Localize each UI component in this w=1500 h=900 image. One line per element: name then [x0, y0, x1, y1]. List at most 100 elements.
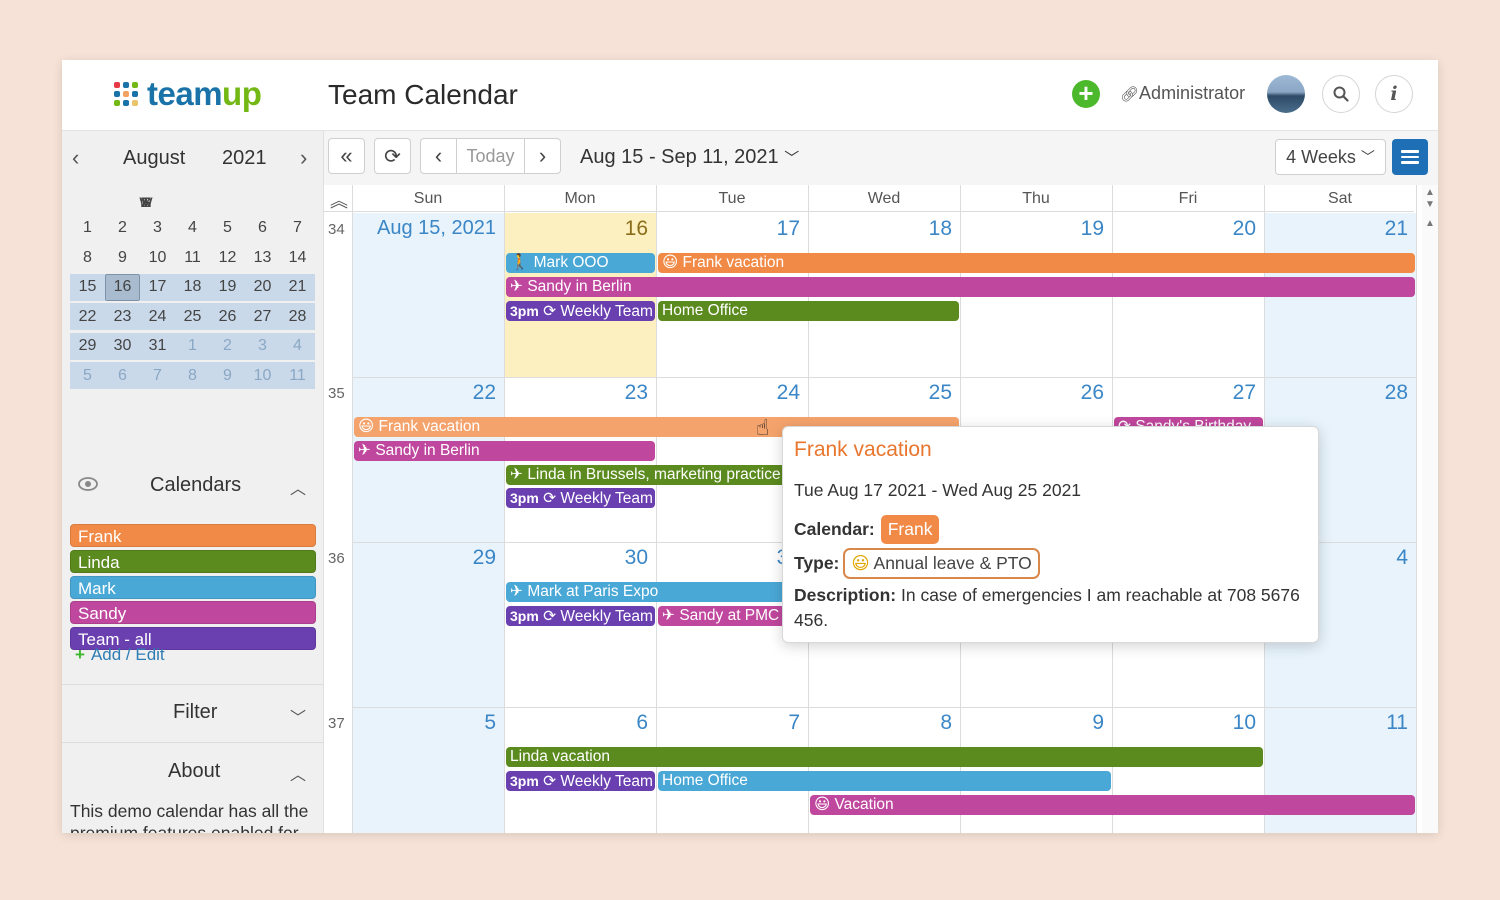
view-selector[interactable]: 4 Weeks ﹀: [1275, 139, 1386, 175]
menu-button[interactable]: [1392, 139, 1428, 175]
refresh-button[interactable]: ⟳: [374, 138, 411, 174]
mini-calendar-day[interactable]: 17: [140, 273, 175, 301]
add-event-button[interactable]: +: [1072, 80, 1100, 108]
add-edit-calendars-link[interactable]: + Add / Edit: [75, 645, 165, 665]
mini-calendar-day[interactable]: 7: [280, 215, 315, 242]
calendar-item-sandy[interactable]: Sandy: [70, 601, 316, 625]
mini-calendar-day[interactable]: 10: [140, 244, 175, 271]
mini-calendar-day[interactable]: 30: [105, 332, 140, 360]
mini-calendar-day[interactable]: 9: [105, 244, 140, 271]
search-button[interactable]: [1322, 75, 1360, 113]
mini-calendar-day[interactable]: 6: [105, 362, 140, 389]
day-number[interactable]: 8: [812, 711, 952, 735]
day-number[interactable]: 27: [1116, 381, 1256, 405]
scrollbar[interactable]: ▲ ▼ ▲: [1422, 185, 1438, 833]
mini-calendar-day[interactable]: 14: [280, 244, 315, 271]
today-button[interactable]: Today: [456, 138, 525, 174]
mini-calendar-day[interactable]: 2: [105, 215, 140, 242]
mini-calendar-day[interactable]: 3: [245, 332, 280, 360]
mini-calendar-day[interactable]: 20: [245, 273, 280, 301]
prev-month-chevron-icon[interactable]: ‹: [72, 145, 79, 171]
event-bar[interactable]: 😃 Frank vacation: [658, 253, 1415, 273]
day-number[interactable]: 23: [508, 381, 648, 405]
mini-calendar-day[interactable]: 23: [105, 303, 140, 330]
event-bar[interactable]: 3pm ⟳ Weekly Team: [506, 771, 655, 791]
mini-calendar-day[interactable]: 22: [70, 303, 105, 330]
chevron-down-icon[interactable]: ﹀: [290, 704, 306, 728]
day-number[interactable]: 24: [660, 381, 800, 405]
calendar-item-mark[interactable]: Mark: [70, 575, 316, 599]
mini-calendar-day[interactable]: 25: [175, 303, 210, 330]
mini-calendar-day[interactable]: 3: [140, 215, 175, 242]
administrator-link[interactable]: 🔗︎Administrator: [1120, 83, 1245, 104]
mini-calendar-day[interactable]: 12: [210, 244, 245, 271]
date-range-selector[interactable]: Aug 15 - Sep 11, 2021 ﹀: [580, 146, 799, 169]
info-button[interactable]: i: [1375, 75, 1413, 113]
mini-calendar-day[interactable]: 21: [280, 273, 315, 301]
calendar-item-frank[interactable]: Frank: [70, 524, 316, 547]
calendars-section-header[interactable]: Calendars ︿: [62, 466, 324, 506]
mini-calendar-day[interactable]: 27: [245, 303, 280, 330]
next-button[interactable]: ›: [524, 138, 561, 174]
day-number[interactable]: Aug 15, 2021: [356, 217, 496, 240]
day-number[interactable]: 20: [1116, 217, 1256, 241]
chevron-up-icon[interactable]: ︿: [290, 475, 306, 499]
event-bar[interactable]: 🚶 Mark OOO: [506, 253, 655, 273]
event-popover[interactable]: Frank vacation Tue Aug 17 2021 - Wed Aug…: [782, 426, 1319, 643]
scroll-down-icon[interactable]: ▼: [1425, 199, 1435, 210]
week-number[interactable]: 34: [328, 221, 345, 238]
event-bar[interactable]: Linda vacation: [506, 747, 1263, 767]
mini-calendar-day[interactable]: 9: [210, 362, 245, 389]
event-bar[interactable]: 3pm ⟳ Weekly Team: [506, 606, 655, 626]
filter-section-header[interactable]: Filter ﹀: [62, 694, 324, 734]
mini-calendar-day[interactable]: 10: [245, 362, 280, 389]
mini-calendar-day[interactable]: 29: [70, 332, 105, 360]
day-number[interactable]: 5: [356, 711, 496, 735]
event-bar[interactable]: ✈ Sandy in Berlin: [354, 441, 655, 461]
event-bar[interactable]: ✈ Mark at Paris Expo: [506, 582, 807, 602]
scroll-up-icon[interactable]: ▲: [1425, 187, 1435, 198]
chevron-up-icon[interactable]: ︿: [290, 761, 306, 785]
mini-calendar-day[interactable]: 4: [175, 215, 210, 242]
mini-calendar-day[interactable]: 13: [245, 244, 280, 271]
mini-calendar-year[interactable]: 2021: [222, 147, 267, 170]
mini-calendar-day[interactable]: 24: [140, 303, 175, 330]
mini-calendar-day[interactable]: 4: [280, 332, 315, 360]
day-number[interactable]: 21: [1268, 217, 1408, 241]
mini-calendar-day[interactable]: 1: [175, 332, 210, 360]
event-bar[interactable]: Home Office: [658, 771, 1111, 791]
eye-icon[interactable]: [78, 477, 98, 496]
day-number[interactable]: 25: [812, 381, 952, 405]
mini-calendar-day[interactable]: 2: [210, 332, 245, 360]
mini-calendar-day[interactable]: 15: [70, 273, 105, 301]
day-number[interactable]: 10: [1116, 711, 1256, 735]
mini-calendar-day[interactable]: 16: [105, 273, 140, 301]
collapse-sidebar-button[interactable]: «: [328, 138, 365, 174]
event-bar[interactable]: ✈ Sandy in Berlin: [506, 277, 1415, 297]
week-number[interactable]: 35: [328, 385, 345, 402]
mini-calendar-day[interactable]: 11: [175, 244, 210, 271]
mini-calendar-day[interactable]: 6: [245, 215, 280, 242]
mini-calendar-day[interactable]: 26: [210, 303, 245, 330]
scroll-up-icon[interactable]: ▲: [1425, 218, 1435, 229]
mini-calendar-month[interactable]: August: [123, 147, 185, 170]
day-number[interactable]: 9: [964, 711, 1104, 735]
teamup-logo[interactable]: teamup: [114, 75, 262, 112]
mini-calendar-day[interactable]: 5: [70, 362, 105, 389]
mini-calendar-day[interactable]: 18: [175, 273, 210, 301]
user-avatar[interactable]: [1267, 75, 1305, 113]
day-number[interactable]: 6: [508, 711, 648, 735]
day-number[interactable]: 16: [508, 217, 648, 241]
day-number[interactable]: 11: [1268, 711, 1408, 735]
week-number[interactable]: 36: [328, 550, 345, 567]
event-bar[interactable]: 3pm ⟳ Weekly Team: [506, 301, 655, 321]
day-number[interactable]: 26: [964, 381, 1104, 405]
calendar-item-linda[interactable]: Linda: [70, 549, 316, 573]
event-bar[interactable]: 3pm ⟳ Weekly Team: [506, 488, 655, 508]
mini-calendar-day[interactable]: 7: [140, 362, 175, 389]
event-bar[interactable]: Home Office: [658, 301, 959, 321]
day-number[interactable]: 17: [660, 217, 800, 241]
about-section-header[interactable]: About ︿: [62, 753, 324, 793]
event-bar[interactable]: 😃 Vacation: [810, 795, 1415, 815]
day-number[interactable]: 18: [812, 217, 952, 241]
